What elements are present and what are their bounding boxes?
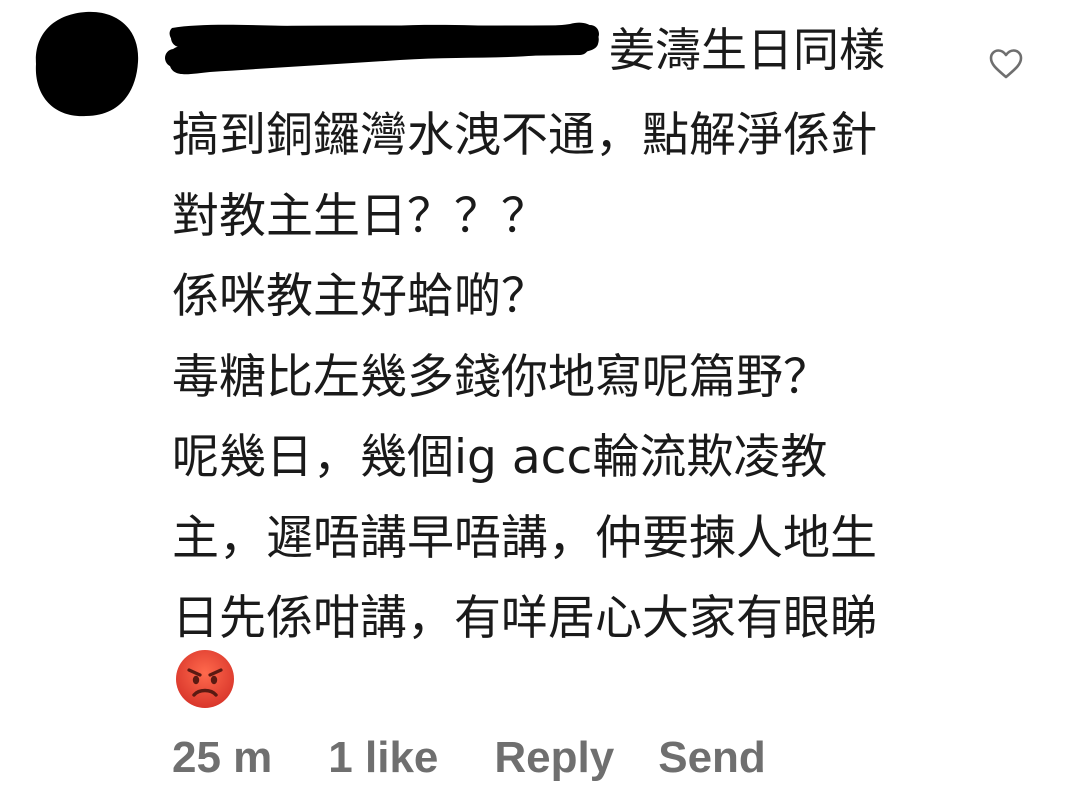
avatar[interactable]	[30, 8, 142, 120]
likes-count-button[interactable]: 1 like	[328, 733, 438, 783]
heart-outline-icon[interactable]	[988, 48, 1024, 80]
send-button[interactable]: Send	[658, 733, 766, 783]
comment-timestamp: 25 m	[172, 733, 273, 782]
comment-line: 搞到銅鑼灣水洩不通，點解淨係針	[172, 108, 877, 163]
redacted-username	[165, 22, 599, 75]
comment-item: 姜濤生日同樣 搞到銅鑼灣水洩不通，點解淨係針 對教主生日？？？ 係咪教主好蛤啲？…	[0, 0, 1080, 807]
comment-line: 日先係咁講，有咩居心大家有眼睇	[172, 591, 877, 646]
comment-line: 係咪教主好蛤啲？	[172, 269, 548, 324]
reply-button[interactable]: Reply	[494, 733, 614, 783]
comment-actions: 25 m 1 like Reply Send	[172, 728, 766, 788]
comment-body: 搞到銅鑼灣水洩不通，點解淨係針 對教主生日？？？ 係咪教主好蛤啲？ 毒糖比左幾多…	[172, 96, 972, 660]
comment-line: 對教主生日？？？	[172, 188, 548, 244]
comment-line: 毒糖比左幾多錢你地寫呢篇野？	[172, 349, 830, 405]
angry-face-emoji	[176, 650, 234, 708]
comment-line: 呢幾日，幾個ig acc輪流欺凌教	[172, 430, 828, 485]
comment-line: 主，遲唔講早唔講，仲要揀人地生	[172, 510, 877, 566]
comment-text-header: 姜濤生日同樣	[609, 23, 885, 77]
